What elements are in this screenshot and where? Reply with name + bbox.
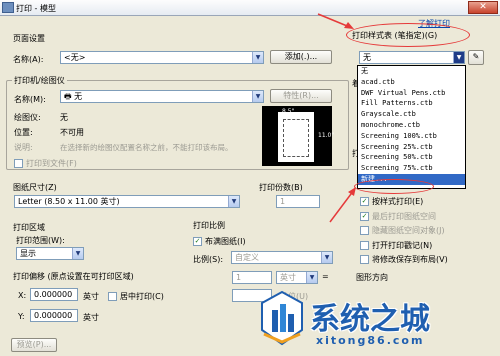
watermark-url: xitong86.com: [316, 334, 425, 347]
watermark-title: 系统之城: [310, 302, 430, 337]
watermark-logo-icon: [261, 290, 303, 346]
annotation-arrow-bottom: [329, 189, 355, 223]
arrow-head-icon: [348, 187, 356, 196]
watermark: 系统之城 xitong86.com: [252, 286, 500, 356]
